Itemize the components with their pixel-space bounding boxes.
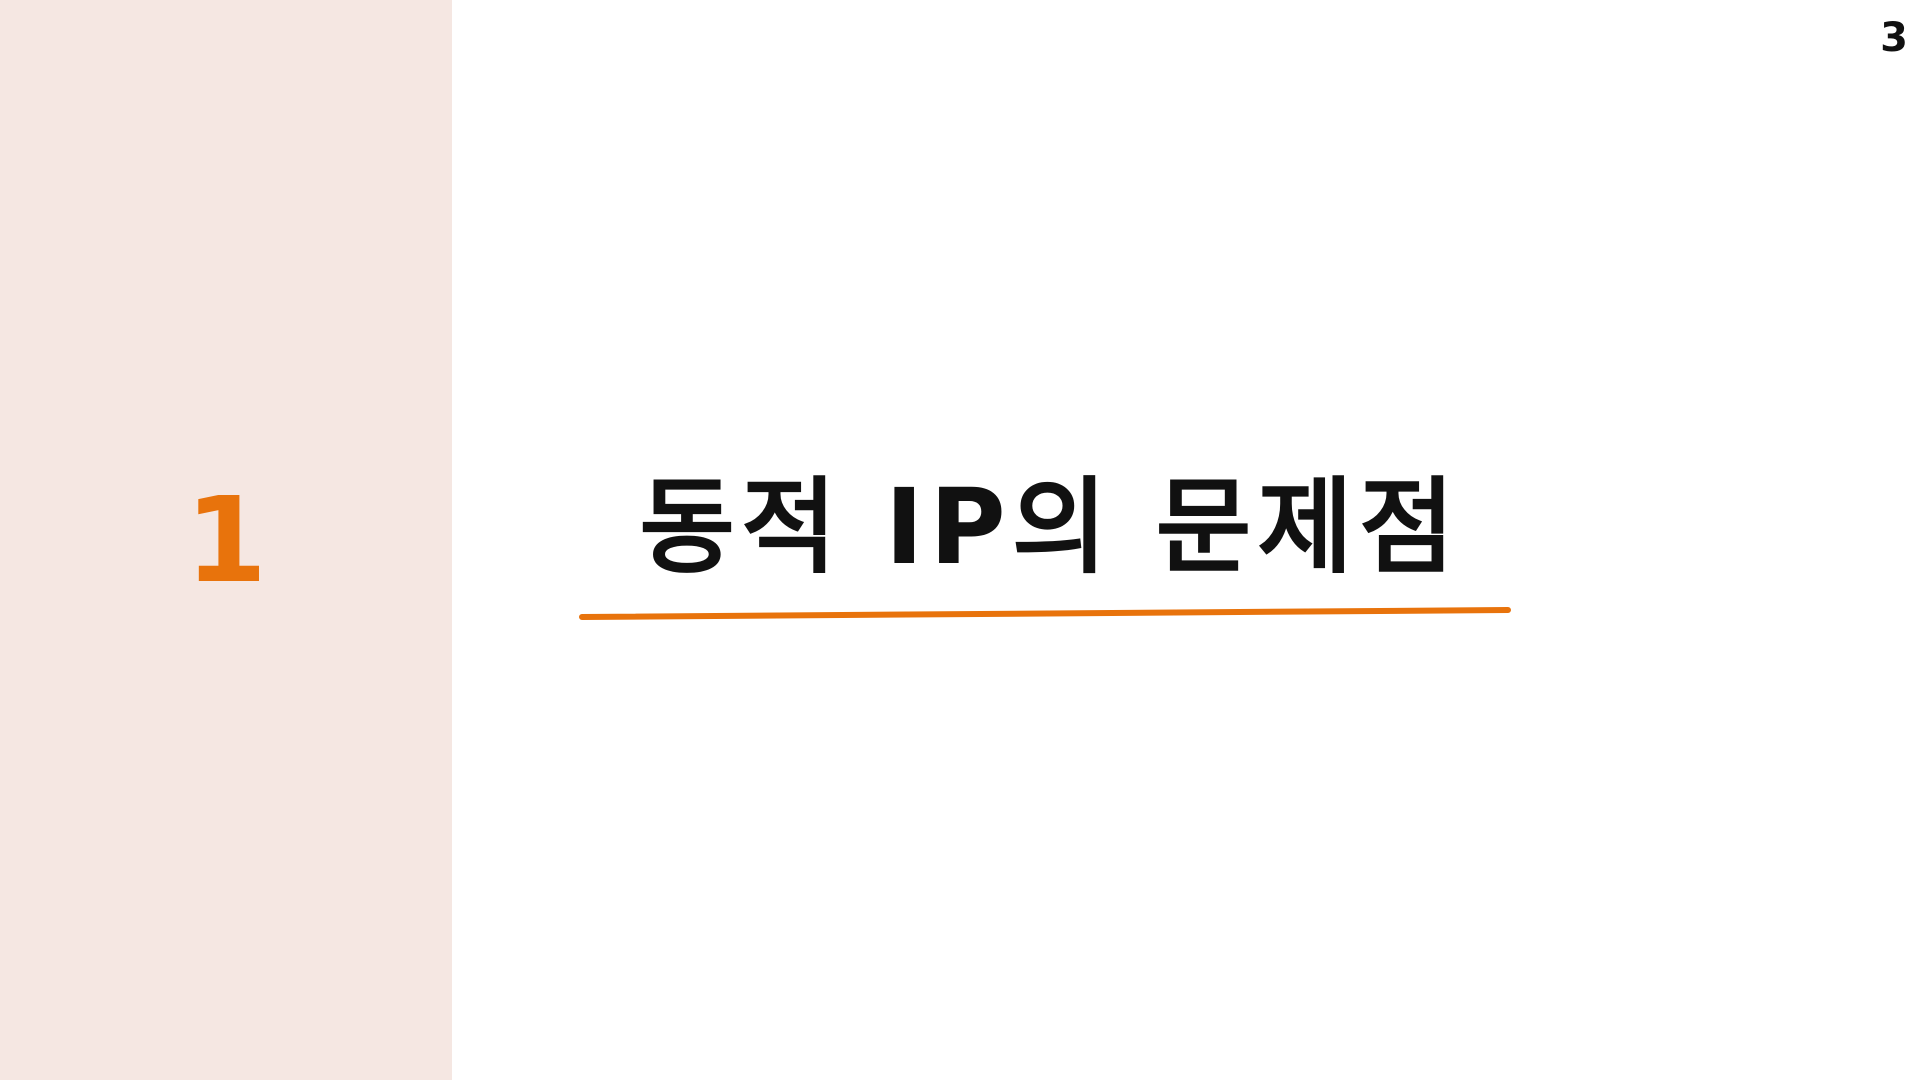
section-number: 1 [184,471,268,609]
slide-title: 동적 IP의 문제점 [639,466,1461,588]
slide: 1 3 동적 IP의 문제점 [0,0,1920,1080]
title-underline [579,607,1511,620]
page-number: 3 [1880,15,1908,61]
